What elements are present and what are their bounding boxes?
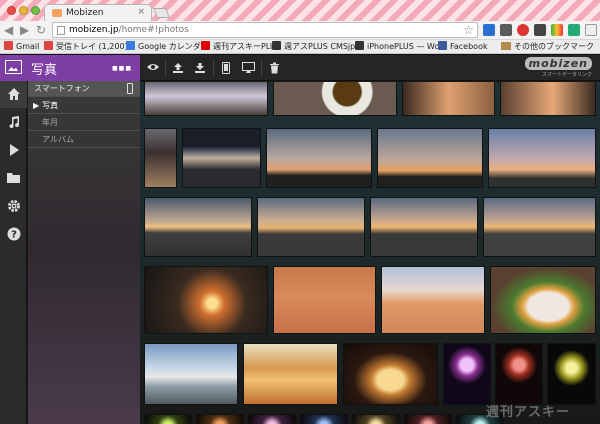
mobizen-logo: mobizen スマートデータリンク	[524, 57, 592, 78]
photo-nav: スマートフォン ▶ 写真 年月 アルバム	[28, 81, 140, 424]
minimize-window-button[interactable]	[19, 6, 28, 15]
photo-thumb[interactable]	[182, 128, 261, 188]
browser-window: Mobizen × ◀ ▶ ↻ mobizen.jp/home#!photos …	[0, 0, 600, 424]
photo-gallery	[140, 82, 600, 424]
tab-strip: Mobizen ×	[0, 0, 600, 21]
photo-thumb[interactable]	[547, 343, 596, 405]
upload-icon[interactable]	[167, 55, 189, 81]
photo-thumb[interactable]	[381, 266, 485, 334]
phone-icon[interactable]	[215, 55, 237, 81]
photo-thumb[interactable]	[495, 343, 543, 405]
watermark: 週刊アスキー	[485, 405, 570, 420]
section-header: 写真 ■■■	[0, 55, 140, 81]
photo-thumb[interactable]	[404, 414, 452, 424]
bookmark-facebook[interactable]: Facebook	[438, 41, 488, 53]
photo-thumb[interactable]	[266, 128, 372, 188]
expand-arrow-icon: ▶	[33, 101, 40, 110]
photo-thumb[interactable]	[144, 197, 252, 257]
trash-icon[interactable]	[263, 55, 285, 81]
photo-thumb[interactable]	[257, 197, 365, 257]
eye-icon[interactable]	[142, 55, 164, 81]
close-window-button[interactable]	[7, 6, 16, 15]
device-row[interactable]: スマートフォン	[28, 81, 140, 97]
nav-item-year-month[interactable]: 年月	[28, 115, 140, 131]
photo-thumb[interactable]	[370, 197, 478, 257]
smartphone-icon	[127, 83, 133, 94]
photo-thumb[interactable]	[243, 343, 338, 405]
photo-thumb[interactable]	[248, 414, 296, 424]
other-bookmarks[interactable]: その他のブックマーク	[501, 41, 594, 52]
photo-thumb[interactable]	[352, 414, 400, 424]
extension-icon-2[interactable]	[500, 24, 512, 36]
monitor-icon[interactable]	[237, 55, 259, 81]
left-rail: ?	[0, 81, 27, 424]
extension-icon-5[interactable]	[551, 24, 563, 36]
mobizen-favicon	[52, 9, 62, 17]
photo-thumb[interactable]	[144, 266, 268, 334]
extension-icon-3[interactable]	[517, 24, 529, 36]
settings-icon[interactable]	[0, 193, 27, 220]
folder-icon[interactable]	[0, 165, 27, 192]
reload-icon[interactable]: ↻	[36, 23, 46, 37]
help-icon[interactable]: ?	[0, 221, 27, 248]
url-text: mobizen.jp/home#!photos	[69, 25, 189, 35]
back-icon[interactable]: ◀	[4, 23, 13, 37]
photo-thumb[interactable]	[488, 128, 596, 188]
photo-thumb[interactable]	[483, 197, 596, 257]
bookmark-star-icon[interactable]: ☆	[463, 23, 474, 37]
bookmark-iphoneplus[interactable]: iPhonePLUS — Word	[355, 41, 447, 53]
bookmarks-bar: Gmail 受信トレイ (1,200) Google カレンダー 週刊アスキーP…	[0, 40, 600, 54]
zoom-window-button[interactable]	[31, 6, 40, 15]
device-label: スマートフォン	[34, 84, 90, 93]
photo-thumb[interactable]	[443, 343, 491, 405]
nav-item-album[interactable]: アルバム	[28, 132, 140, 148]
forward-icon[interactable]: ▶	[20, 23, 29, 37]
bookmark-gmail[interactable]: Gmail	[4, 41, 39, 53]
extension-icon-6[interactable]	[568, 24, 580, 36]
photo-thumb[interactable]	[144, 343, 238, 405]
photo-thumb[interactable]	[490, 266, 596, 334]
tab-mobizen[interactable]: Mobizen ×	[44, 4, 152, 21]
photo-thumb[interactable]	[196, 414, 244, 424]
tab-close-icon[interactable]: ×	[137, 7, 145, 17]
photo-thumb[interactable]	[500, 82, 596, 116]
photo-thumb[interactable]	[144, 82, 268, 116]
svg-text:?: ?	[11, 230, 17, 241]
new-tab-button[interactable]	[153, 8, 170, 18]
browser-toolbar: ◀ ▶ ↻ mobizen.jp/home#!photos ☆	[0, 21, 600, 40]
nav-item-photos[interactable]: ▶ 写真	[28, 98, 140, 114]
menu-icon[interactable]	[585, 24, 597, 36]
home-icon[interactable]	[0, 81, 27, 108]
bookmark-google-calendar[interactable]: Google カレンダー	[126, 41, 209, 53]
photo-thumb[interactable]	[402, 82, 495, 116]
extension-icon-1[interactable]	[483, 24, 495, 36]
download-icon[interactable]	[189, 55, 211, 81]
tab-title: Mobizen	[66, 8, 104, 18]
photo-thumb[interactable]	[300, 414, 348, 424]
bookmark-ascii-plus[interactable]: 週刊アスキーPLUS	[201, 41, 281, 53]
address-bar[interactable]: mobizen.jp/home#!photos ☆	[52, 22, 478, 38]
photo-thumb[interactable]	[377, 128, 483, 188]
photo-thumb[interactable]	[273, 82, 397, 116]
video-icon[interactable]	[0, 137, 27, 164]
photo-thumb[interactable]	[144, 414, 192, 424]
photo-toolbar: mobizen スマートデータリンク	[140, 55, 600, 81]
music-icon[interactable]	[0, 109, 27, 136]
page-icon	[57, 26, 65, 35]
photo-thumb[interactable]	[144, 128, 177, 188]
extension-icon-4[interactable]	[534, 24, 546, 36]
photo-thumb[interactable]	[343, 343, 438, 405]
photo-icon	[5, 60, 22, 74]
photo-thumb[interactable]	[273, 266, 376, 334]
bookmark-cms[interactable]: 週アスPLUS CMSjp	[272, 41, 355, 53]
bookmark-inbox[interactable]: 受信トレイ (1,200)	[44, 41, 128, 53]
view-toggle-icon[interactable]: ■■■	[112, 65, 132, 72]
section-title: 写真	[31, 63, 58, 78]
mobizen-app: 写真 ■■■ ? スマートフォン ▶ 写真 年月 アルバム mobizen スマ…	[0, 55, 600, 424]
